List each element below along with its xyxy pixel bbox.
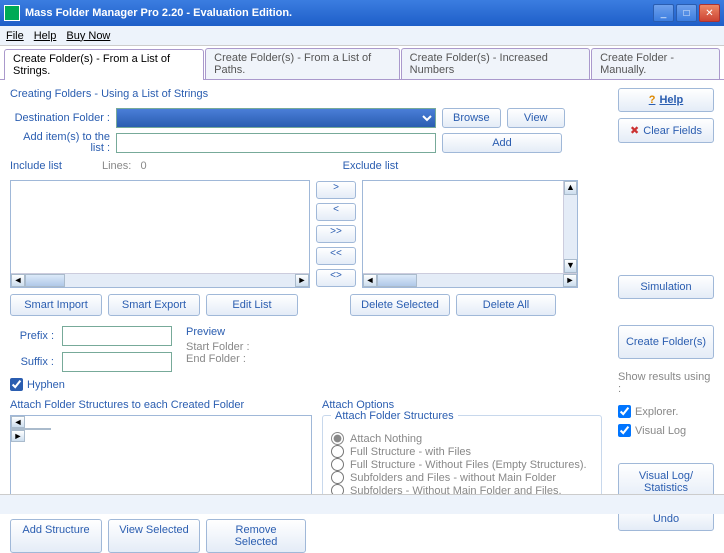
delete-all-button[interactable]: Delete All — [456, 294, 556, 316]
scroll-up-icon[interactable]: ▲ — [564, 181, 577, 195]
edit-list-button[interactable]: Edit List — [206, 294, 298, 316]
tab-list-of-paths[interactable]: Create Folder(s) - From a List of Paths. — [205, 48, 400, 79]
view-selected-button[interactable]: View Selected — [108, 519, 200, 553]
attach-fieldset-legend: Attach Folder Structures — [331, 410, 458, 422]
destination-label: Destination Folder : — [10, 112, 110, 124]
hyphen-checkbox[interactable] — [10, 378, 23, 391]
scroll-left-icon[interactable]: ◄ — [363, 274, 377, 287]
scroll-left-icon[interactable]: ◄ — [11, 274, 25, 287]
scroll-right-icon[interactable]: ► — [295, 274, 309, 287]
show-results-label: Show results using : — [618, 371, 714, 395]
lines-label: Lines: 0 — [102, 160, 147, 174]
scroll-left-icon[interactable]: ◄ — [11, 416, 25, 428]
create-folders-button[interactable]: Create Folder(s) — [618, 325, 714, 359]
preview-end: End Folder : — [186, 353, 250, 365]
right-sidebar: Help Clear Fields Simulation Create Fold… — [618, 88, 714, 531]
exclude-list-label: Exclude list — [343, 160, 399, 172]
scroll-thumb[interactable] — [25, 274, 65, 287]
exclude-listbox[interactable]: ▲ ▼ ◄ ► — [362, 180, 578, 288]
explorer-checkbox[interactable] — [618, 405, 631, 418]
add-item-label: Add item(s) to the list : — [10, 132, 110, 154]
add-button[interactable]: Add — [442, 133, 562, 153]
exclude-vscroll[interactable]: ▲ ▼ — [563, 181, 577, 273]
tab-list-of-strings[interactable]: Create Folder(s) - From a List of String… — [4, 49, 204, 80]
transfer-buttons: > < >> << <> — [316, 180, 356, 288]
app-icon — [4, 5, 20, 21]
include-list-label: Include list — [10, 160, 62, 172]
scroll-right-icon[interactable]: ► — [11, 430, 25, 442]
explorer-checkbox-row[interactable]: Explorer. — [618, 405, 714, 418]
move-right-button[interactable]: > — [316, 181, 356, 199]
menu-bar: File Help Buy Now — [0, 26, 724, 46]
add-structure-button[interactable]: Add Structure — [10, 519, 102, 553]
include-listbox[interactable]: ◄ ► — [10, 180, 310, 288]
window-controls: _ □ ✕ — [653, 4, 720, 22]
maximize-button[interactable]: □ — [676, 4, 697, 22]
scroll-thumb[interactable] — [377, 274, 417, 287]
swap-button[interactable]: <> — [316, 269, 356, 287]
add-item-input[interactable] — [116, 133, 436, 153]
include-hscroll[interactable]: ◄ ► — [11, 273, 309, 287]
browse-button[interactable]: Browse — [442, 108, 501, 128]
preview-start: Start Folder : — [186, 341, 250, 353]
tab-increased-numbers[interactable]: Create Folder(s) - Increased Numbers — [401, 48, 590, 79]
menu-buy-now[interactable]: Buy Now — [66, 30, 110, 42]
exclude-hscroll[interactable]: ◄ ► — [363, 273, 577, 287]
hyphen-label: Hyphen — [27, 379, 65, 391]
close-button[interactable]: ✕ — [699, 4, 720, 22]
prefix-label: Prefix : — [10, 330, 54, 342]
hyphen-checkbox-row[interactable]: Hyphen — [10, 378, 714, 391]
prefix-input[interactable] — [62, 326, 172, 346]
smart-export-button[interactable]: Smart Export — [108, 294, 200, 316]
move-left-button[interactable]: < — [316, 203, 356, 221]
attach-structures-title: Attach Folder Structures to each Created… — [10, 399, 312, 411]
menu-file[interactable]: File — [6, 30, 24, 42]
view-button[interactable]: View — [507, 108, 565, 128]
visual-log-checkbox-row[interactable]: Visual Log — [618, 424, 714, 437]
delete-selected-button[interactable]: Delete Selected — [350, 294, 450, 316]
scroll-track[interactable] — [564, 195, 577, 259]
help-button[interactable]: Help — [618, 88, 714, 112]
suffix-input[interactable] — [62, 352, 172, 372]
scroll-down-icon[interactable]: ▼ — [564, 259, 577, 273]
scroll-track[interactable] — [417, 274, 563, 287]
tab-manually[interactable]: Create Folder -Manually. — [591, 48, 720, 79]
opt-subfolders-files[interactable]: Subfolders and Files - without Main Fold… — [331, 471, 593, 484]
simulation-button[interactable]: Simulation — [618, 275, 714, 299]
section-title: Creating Folders - Using a List of Strin… — [10, 88, 714, 100]
minimize-button[interactable]: _ — [653, 4, 674, 22]
visual-log-checkbox[interactable] — [618, 424, 631, 437]
clear-fields-button[interactable]: Clear Fields — [618, 118, 714, 143]
opt-attach-nothing[interactable]: Attach Nothing — [331, 432, 593, 445]
tab-content: Creating Folders - Using a List of Strin… — [0, 80, 724, 500]
smart-import-button[interactable]: Smart Import — [10, 294, 102, 316]
suffix-label: Suffix : — [10, 356, 54, 368]
preview-title: Preview — [186, 326, 250, 338]
opt-full-with-files[interactable]: Full Structure - with Files — [331, 445, 593, 458]
attach-hscroll[interactable]: ◄ ► — [11, 416, 311, 442]
move-all-right-button[interactable]: >> — [316, 225, 356, 243]
menu-help[interactable]: Help — [34, 30, 57, 42]
opt-full-without-files[interactable]: Full Structure - Without Files (Empty St… — [331, 458, 593, 471]
destination-select[interactable] — [116, 108, 436, 128]
tab-bar: Create Folder(s) - From a List of String… — [0, 46, 724, 80]
scroll-track[interactable] — [65, 274, 295, 287]
status-bar — [0, 494, 724, 514]
title-bar: Mass Folder Manager Pro 2.20 - Evaluatio… — [0, 0, 724, 26]
move-all-left-button[interactable]: << — [316, 247, 356, 265]
remove-selected-button[interactable]: Remove Selected — [206, 519, 306, 553]
window-title: Mass Folder Manager Pro 2.20 - Evaluatio… — [25, 7, 653, 19]
scroll-right-icon[interactable]: ► — [563, 274, 577, 287]
